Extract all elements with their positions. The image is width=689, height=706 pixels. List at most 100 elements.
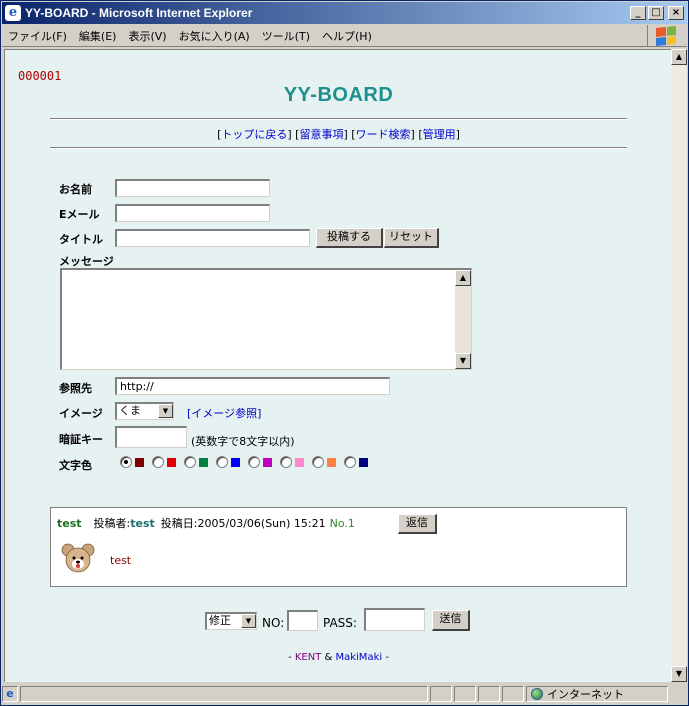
bracket: ] [ bbox=[287, 128, 300, 141]
footer-dash: - bbox=[288, 652, 295, 663]
name-input[interactable] bbox=[115, 179, 270, 197]
color-option[interactable] bbox=[248, 456, 272, 468]
color-radio[interactable] bbox=[344, 456, 356, 468]
key-label: 暗証キー bbox=[59, 433, 103, 446]
footer-link-kent[interactable]: KENT bbox=[295, 652, 321, 663]
post-subject: test bbox=[57, 516, 82, 530]
menu-favorites[interactable]: お気に入り(A) bbox=[173, 28, 256, 44]
color-swatch bbox=[199, 457, 208, 467]
email-input[interactable] bbox=[115, 204, 270, 222]
title-label: タイトル bbox=[59, 233, 103, 246]
color-radio[interactable] bbox=[248, 456, 260, 468]
close-button[interactable]: × bbox=[668, 6, 684, 20]
no-label: NO: bbox=[262, 616, 285, 630]
menu-edit[interactable]: 編集(E) bbox=[73, 28, 123, 44]
pass-label: PASS: bbox=[323, 616, 357, 630]
status-text-pane bbox=[20, 686, 428, 702]
send-button[interactable]: 送信 bbox=[432, 610, 470, 631]
reset-button[interactable]: リセット bbox=[384, 228, 439, 248]
color-radio[interactable] bbox=[216, 456, 228, 468]
color-swatch bbox=[295, 457, 304, 467]
date-label: 投稿日: bbox=[160, 517, 198, 530]
post-header: test 投稿者: test 投稿日: 2005/03/06(Sun) 15:2… bbox=[57, 515, 355, 531]
color-option[interactable] bbox=[280, 456, 304, 468]
status-bar: e インターネット bbox=[2, 684, 687, 704]
page-scrollbar[interactable]: ▲ ▼ bbox=[671, 49, 687, 682]
divider bbox=[50, 147, 627, 149]
image-ref-link[interactable]: [イメージ参照] bbox=[187, 405, 261, 421]
title-bar: e YY-BOARD - Microsoft Internet Explorer… bbox=[2, 2, 687, 24]
title-input[interactable] bbox=[115, 229, 310, 247]
ie-icon: e bbox=[5, 5, 21, 21]
scroll-down-icon[interactable]: ▼ bbox=[455, 353, 471, 369]
link-search[interactable]: ワード検索 bbox=[356, 128, 411, 141]
color-radio[interactable] bbox=[280, 456, 292, 468]
image-select-value: くま bbox=[119, 404, 141, 417]
menu-view[interactable]: 表示(V) bbox=[122, 28, 172, 44]
footer: - KENT & MakiMaki - bbox=[5, 652, 671, 663]
name-label: お名前 bbox=[59, 183, 92, 196]
no-input[interactable] bbox=[287, 610, 318, 631]
color-swatch bbox=[327, 457, 336, 467]
bear-avatar-icon bbox=[61, 543, 95, 573]
image-label: イメージ bbox=[59, 407, 103, 420]
chevron-down-icon[interactable]: ▼ bbox=[158, 404, 173, 418]
browser-window: e YY-BOARD - Microsoft Internet Explorer… bbox=[0, 0, 689, 706]
message-textarea[interactable]: ▲ ▼ bbox=[60, 268, 472, 370]
zone-text: インターネット bbox=[547, 688, 624, 701]
status-pane bbox=[478, 686, 500, 702]
globe-icon bbox=[531, 688, 543, 700]
menu-tools[interactable]: ツール(T) bbox=[256, 28, 316, 44]
scroll-up-icon[interactable]: ▲ bbox=[671, 49, 687, 65]
color-radio[interactable] bbox=[184, 456, 196, 468]
email-label: Eメール bbox=[59, 208, 100, 221]
access-counter: 000001 bbox=[18, 69, 62, 83]
message-label: メッセージ bbox=[59, 255, 114, 268]
page-title: YY-BOARD bbox=[283, 84, 394, 106]
minimize-button[interactable]: _ bbox=[630, 6, 646, 20]
submit-button[interactable]: 投稿する bbox=[316, 228, 383, 248]
footer-link-makimaki[interactable]: MakiMaki bbox=[335, 652, 382, 663]
scroll-up-icon[interactable]: ▲ bbox=[455, 270, 471, 286]
link-notes[interactable]: 留意事項 bbox=[299, 128, 343, 141]
color-option[interactable] bbox=[344, 456, 368, 468]
color-option[interactable] bbox=[152, 456, 176, 468]
security-zone: インターネット bbox=[526, 686, 668, 702]
status-pane bbox=[502, 686, 524, 702]
page-icon: e bbox=[2, 686, 18, 702]
color-swatch bbox=[135, 457, 144, 467]
post-body: test bbox=[110, 554, 132, 567]
reply-button[interactable]: 返信 bbox=[398, 514, 437, 534]
menu-bar: ファイル(F) 編集(E) 表示(V) お気に入り(A) ツール(T) ヘルプ(… bbox=[2, 25, 687, 47]
menu-file[interactable]: ファイル(F) bbox=[2, 28, 73, 44]
link-top[interactable]: トップに戻る bbox=[221, 128, 287, 141]
pass-input[interactable] bbox=[364, 608, 425, 631]
maximize-button[interactable]: □ bbox=[648, 6, 664, 20]
ref-label: 参照先 bbox=[59, 382, 92, 395]
link-admin[interactable]: 管理用 bbox=[423, 128, 456, 141]
post-date: 2005/03/06(Sun) 15:21 bbox=[197, 516, 326, 530]
color-radio[interactable] bbox=[152, 456, 164, 468]
chevron-down-icon[interactable]: ▼ bbox=[241, 614, 256, 628]
color-radio[interactable] bbox=[312, 456, 324, 468]
post-author[interactable]: test bbox=[130, 517, 155, 530]
post-number: No.1 bbox=[329, 516, 355, 530]
textarea-scrollbar[interactable]: ▲ ▼ bbox=[455, 270, 471, 369]
menu-help[interactable]: ヘルプ(H) bbox=[316, 28, 378, 44]
scroll-down-icon[interactable]: ▼ bbox=[671, 666, 687, 682]
color-swatch bbox=[167, 457, 176, 467]
image-select[interactable]: くま ▼ bbox=[115, 402, 174, 420]
color-label: 文字色 bbox=[59, 459, 92, 472]
color-option[interactable] bbox=[184, 456, 208, 468]
color-options bbox=[120, 456, 376, 468]
status-pane bbox=[454, 686, 476, 702]
color-option[interactable] bbox=[216, 456, 240, 468]
nav-links: [トップに戻る] [留意事項] [ワード検索] [管理用] bbox=[5, 126, 671, 142]
key-input[interactable] bbox=[115, 426, 187, 448]
ref-url-input[interactable]: http:// bbox=[115, 377, 390, 395]
edit-mode-select[interactable]: 修正 ▼ bbox=[205, 612, 257, 630]
color-radio[interactable] bbox=[120, 456, 132, 468]
color-option[interactable] bbox=[312, 456, 336, 468]
author-label: 投稿者: bbox=[93, 517, 131, 530]
color-option[interactable] bbox=[120, 456, 144, 468]
